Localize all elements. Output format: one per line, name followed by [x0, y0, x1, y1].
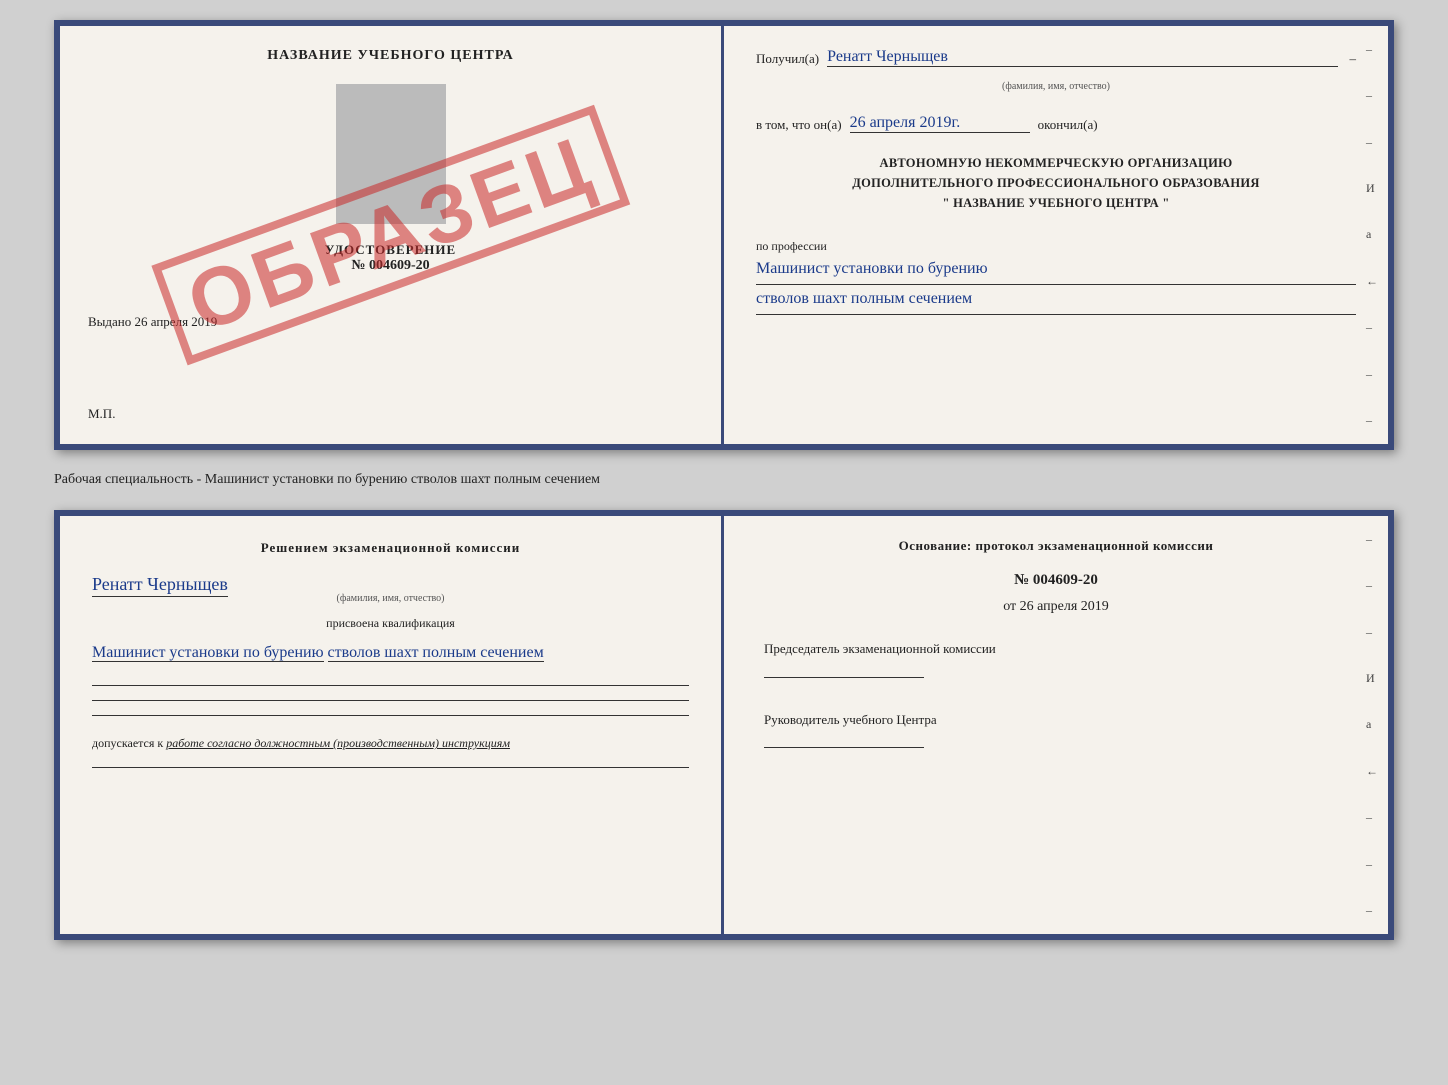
bottom-book: Решением экзаменационной комиссии Ренатт…	[54, 510, 1394, 940]
cert-right-page: Получил(а) Ренатт Черныщев – (фамилия, и…	[724, 26, 1388, 444]
cert-profession-block: по профессии Машинист установки по бурен…	[756, 237, 1356, 315]
bottom-head-sign-line	[764, 747, 924, 748]
cert-body-text: АВТОНОМНУЮ НЕКОММЕРЧЕСКУЮ ОРГАНИЗАЦИЮ ДО…	[756, 153, 1356, 213]
bottom-osnov-label: Основание: протокол экзаменационной коми…	[764, 538, 1348, 554]
bottom-line-3	[92, 715, 689, 716]
document-container: НАЗВАНИЕ УЧЕБНОГО ЦЕНТРА УДОСТОВЕРЕНИЕ №…	[54, 20, 1394, 940]
bottom-допуск: допускается к работе согласно должностны…	[92, 734, 689, 753]
cert-number: № 004609-20	[325, 258, 456, 274]
cert-profession-hw-2: стволов шахт полным сечением	[756, 285, 1356, 315]
photo-placeholder	[336, 84, 446, 224]
bottom-допуск-italic: работе согласно должностным (производств…	[166, 736, 510, 750]
cert-school-title: НАЗВАНИЕ УЧЕБНОГО ЦЕНТРА	[267, 48, 513, 64]
cert-left-page: НАЗВАНИЕ УЧЕБНОГО ЦЕНТРА УДОСТОВЕРЕНИЕ №…	[60, 26, 724, 444]
cert-mp: М.П.	[88, 406, 115, 422]
bottom-protocol-number: № 004609-20	[764, 572, 1348, 589]
cert-date: 26 апреля 2019г.	[850, 114, 1030, 133]
bottom-chairman-sign-line	[764, 677, 924, 678]
bottom-margin-marks: – – – И а ← – – –	[1366, 516, 1378, 934]
specialty-label: Рабочая специальность - Машинист установ…	[54, 468, 600, 492]
certificate-book: НАЗВАНИЕ УЧЕБНОГО ЦЕНТРА УДОСТОВЕРЕНИЕ №…	[54, 20, 1394, 450]
bottom-assigned-label: присвоена квалификация	[92, 616, 689, 631]
bottom-chairman-label: Председатель экзаменационной комиссии	[764, 639, 1348, 659]
bottom-name-block: Ренатт Черныщев (фамилия, имя, отчество)	[92, 574, 689, 604]
bottom-protocol-date: от 26 апреля 2019	[764, 599, 1348, 615]
bottom-profession-hw-1: Машинист установки по бурению	[92, 644, 324, 662]
cert-okonchil-label: окончил(а)	[1038, 117, 1098, 133]
bottom-recipient-name: Ренатт Черныщев	[92, 574, 228, 597]
cert-vydano: Выдано 26 апреля 2019	[88, 314, 217, 330]
cert-vydano-date: 26 апреля 2019	[135, 314, 218, 329]
bottom-head-label: Руководитель учебного Центра	[764, 710, 1348, 730]
cert-udost-label: УДОСТОВЕРЕНИЕ	[325, 242, 456, 258]
cert-margin-marks: – – – И а ← – – –	[1366, 26, 1378, 444]
bottom-profession-block: Машинист установки по бурению стволов ша…	[92, 639, 689, 668]
bottom-left-page: Решением экзаменационной комиссии Ренатт…	[60, 516, 724, 934]
cert-poluchil-label: Получил(а)	[756, 51, 819, 67]
bottom-right-page: Основание: протокол экзаменационной коми…	[724, 516, 1388, 934]
cert-recipient-name: Ренатт Черныщев	[827, 48, 1338, 67]
cert-profession-label: по профессии	[756, 239, 827, 253]
cert-udost-block: УДОСТОВЕРЕНИЕ № 004609-20	[325, 242, 456, 274]
bottom-line-4	[92, 767, 689, 768]
cert-poluchil-row: Получил(а) Ренатт Черныщев –	[756, 48, 1356, 67]
bottom-line-1	[92, 685, 689, 686]
bottom-line-2	[92, 700, 689, 701]
bottom-lines	[92, 685, 689, 716]
cert-name-sublabel: (фамилия, имя, отчество)	[756, 81, 1356, 92]
cert-vtom-label: в том, что он(а)	[756, 117, 842, 133]
bottom-title: Решением экзаменационной комиссии	[92, 538, 689, 558]
bottom-profession-hw-2: стволов шахт полным сечением	[328, 644, 544, 662]
cert-profession-hw-1: Машинист установки по бурению	[756, 255, 1356, 285]
cert-vtom-row: в том, что он(а) 26 апреля 2019г. окончи…	[756, 114, 1356, 133]
